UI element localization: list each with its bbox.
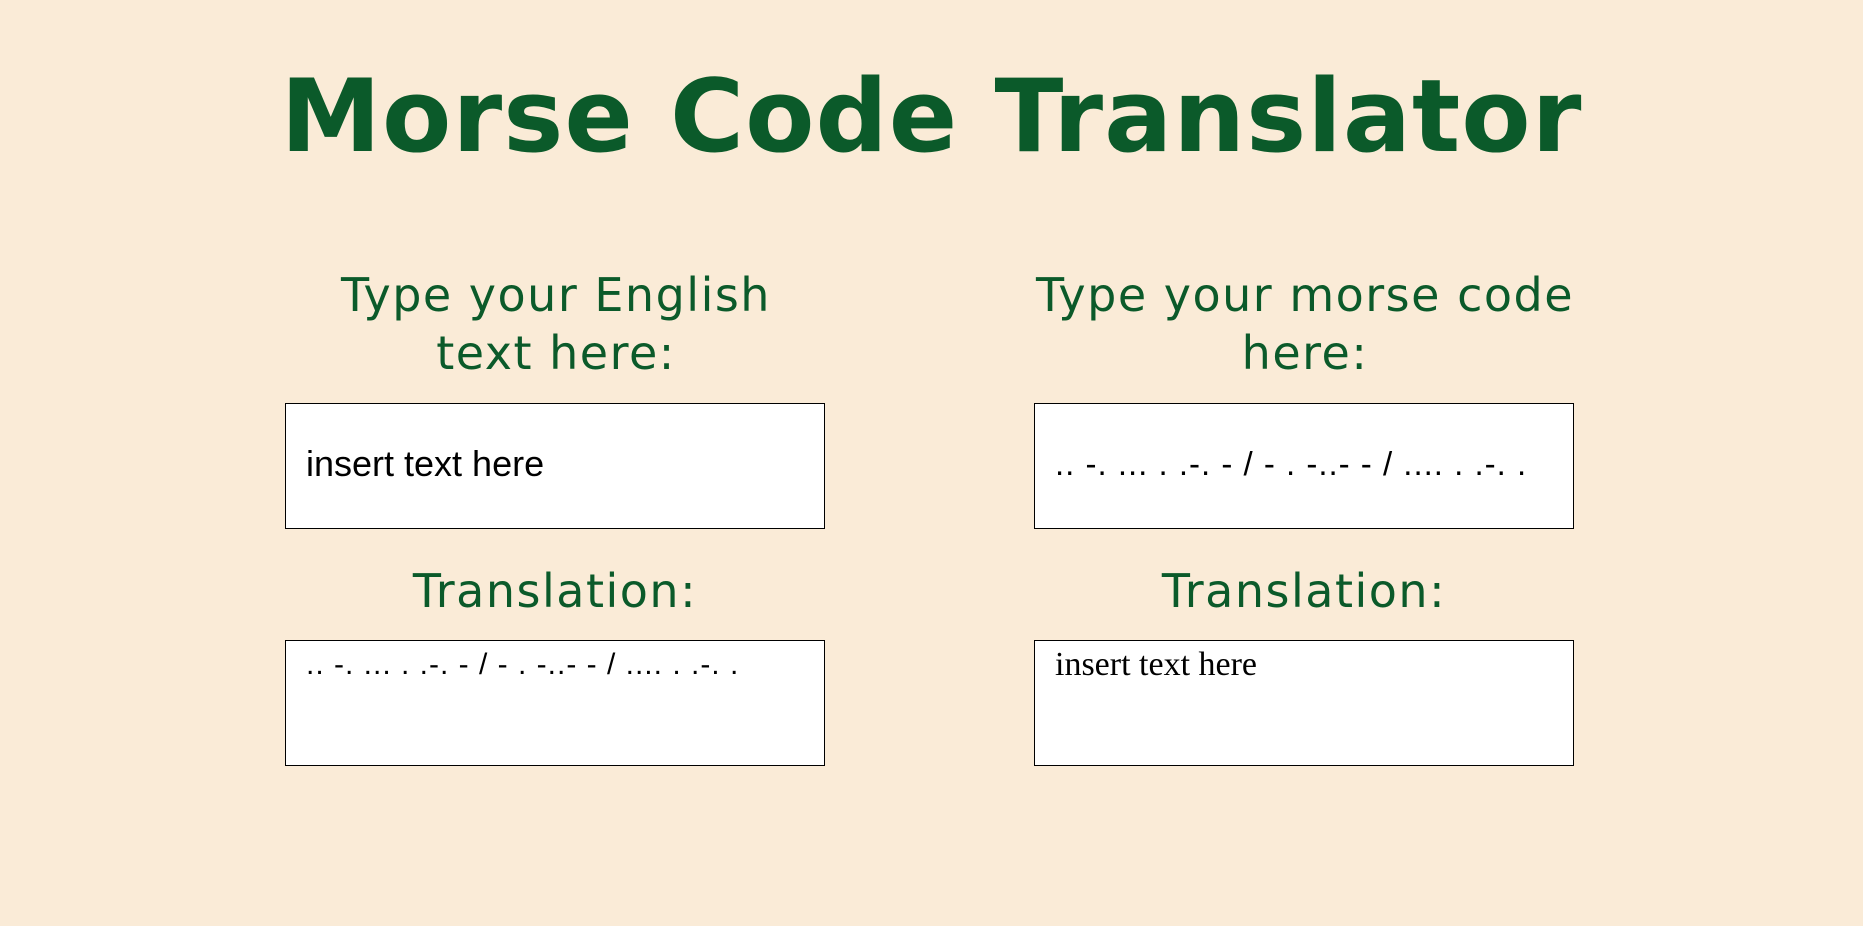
english-translation-output-value: insert text here: [1055, 647, 1258, 683]
page-title: Morse Code Translator: [280, 57, 1583, 175]
english-to-morse-panel: Type your English text here: insert text…: [285, 266, 827, 766]
english-input-label: Type your English text here:: [341, 268, 771, 380]
morse-input-label: Type your morse code here:: [1035, 268, 1575, 380]
english-translation-label: Translation:: [412, 564, 698, 618]
english-text-input-value: insert text here: [306, 444, 545, 484]
english-text-input[interactable]: insert text here: [285, 403, 825, 529]
morse-translation-label: Translation:: [1161, 564, 1447, 618]
morse-to-english-panel: Type your morse code here: .. -. ... . .…: [1034, 266, 1576, 766]
morse-code-input[interactable]: .. -. ... . .-. - / - . -..- - / .... . …: [1034, 403, 1574, 529]
english-translation-output[interactable]: insert text here: [1034, 640, 1574, 766]
morse-translation-output-value: .. -. ... . .-. - / - . -..- - / .... . …: [306, 648, 740, 681]
morse-code-input-value: .. -. ... . .-. - / - . -..- - / .... . …: [1055, 445, 1528, 482]
morse-translation-output[interactable]: .. -. ... . .-. - / - . -..- - / .... . …: [285, 640, 825, 766]
